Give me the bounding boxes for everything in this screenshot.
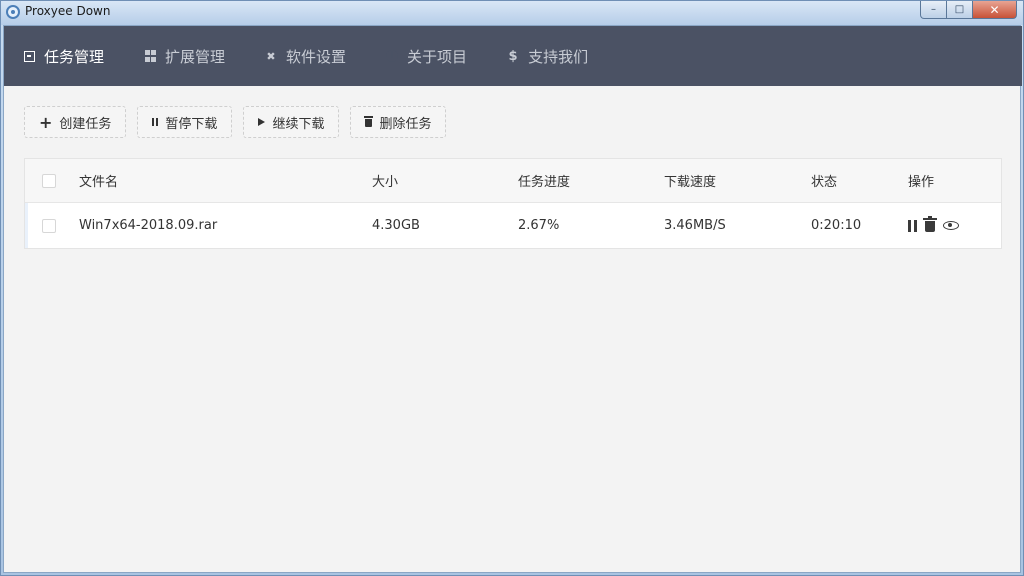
row-select-cell xyxy=(42,203,56,248)
maximize-button[interactable]: □ xyxy=(947,1,973,19)
window-title: Proxyee Down xyxy=(25,4,111,18)
create-task-button[interactable]: + 创建任务 xyxy=(24,106,127,138)
extension-icon xyxy=(144,50,156,62)
tools-icon: ✖ xyxy=(266,49,276,63)
minimize-icon: – xyxy=(931,4,936,15)
dollar-icon: $ xyxy=(508,48,518,64)
info-icon: i xyxy=(386,50,399,62)
pause-download-label: 暂停下载 xyxy=(165,116,218,132)
window-controls: – □ ✕ xyxy=(920,1,1017,19)
nav-item-support[interactable]: $ 支持我们 xyxy=(487,26,608,86)
nav-item-about[interactable]: i 关于项目 xyxy=(366,26,487,86)
trash-icon xyxy=(364,116,374,127)
resume-download-button[interactable]: 继续下载 xyxy=(243,106,340,138)
task-table: 文件名 大小 任务进度 下载速度 状态 操作 Win7x64-2018.09.r… xyxy=(24,158,1002,249)
select-all-checkbox[interactable] xyxy=(42,173,56,188)
nav-item-label: 扩展管理 xyxy=(165,47,226,66)
client-area: 任务管理 扩展管理 ✖ 软件设置 i 关于项目 $ 支持我们 + 创建任务 暂停… xyxy=(3,25,1022,573)
row-progress: 2.67% xyxy=(518,218,560,233)
table-row[interactable]: Win7x64-2018.09.rar 4.30GB 2.67% 3.46MB/… xyxy=(25,203,1001,248)
header-size[interactable]: 大小 xyxy=(372,159,398,202)
pause-download-button[interactable]: 暂停下载 xyxy=(137,106,233,138)
header-status[interactable]: 状态 xyxy=(811,159,837,202)
row-operations xyxy=(908,203,959,248)
plus-icon: + xyxy=(39,112,53,132)
top-navbar: 任务管理 扩展管理 ✖ 软件设置 i 关于项目 $ 支持我们 xyxy=(4,26,1022,86)
row-filename: Win7x64-2018.09.rar xyxy=(79,218,218,233)
row-speed: 3.46MB/S xyxy=(664,218,726,233)
resume-download-label: 继续下载 xyxy=(272,116,325,132)
nav-item-label: 支持我们 xyxy=(528,47,589,66)
minimize-button[interactable]: – xyxy=(920,1,947,19)
nav-item-software-settings[interactable]: ✖ 软件设置 xyxy=(245,26,366,86)
nav-item-extension-management[interactable]: 扩展管理 xyxy=(124,26,245,86)
delete-task-button[interactable]: 删除任务 xyxy=(350,106,447,138)
nav-item-label: 任务管理 xyxy=(44,47,105,66)
app-window: Proxyee Down – □ ✕ 任务管理 扩展管理 ✖ 软件设置 i 关于… xyxy=(0,0,1024,576)
app-logo-icon xyxy=(6,5,20,19)
maximize-icon: □ xyxy=(954,4,965,15)
row-status: 0:20:10 xyxy=(811,218,862,233)
pause-icon xyxy=(152,118,159,126)
title-bar[interactable]: Proxyee Down – □ ✕ xyxy=(1,1,1023,25)
task-toolbar: + 创建任务 暂停下载 继续下载 删除任务 xyxy=(24,106,447,138)
row-delete-icon[interactable] xyxy=(923,216,937,232)
row-view-icon[interactable] xyxy=(943,221,959,230)
task-icon xyxy=(24,50,35,62)
close-icon: ✕ xyxy=(989,2,1000,17)
close-button[interactable]: ✕ xyxy=(973,1,1017,19)
header-progress[interactable]: 任务进度 xyxy=(518,159,570,202)
row-accent xyxy=(25,203,28,248)
row-pause-icon[interactable] xyxy=(908,219,917,232)
row-checkbox[interactable] xyxy=(42,218,56,233)
header-speed[interactable]: 下载速度 xyxy=(664,159,716,202)
nav-item-label: 关于项目 xyxy=(407,47,468,66)
nav-item-label: 软件设置 xyxy=(286,47,347,66)
row-size: 4.30GB xyxy=(372,218,420,233)
table-header: 文件名 大小 任务进度 下载速度 状态 操作 xyxy=(25,159,1001,203)
header-filename[interactable]: 文件名 xyxy=(79,159,118,202)
create-task-label: 创建任务 xyxy=(59,116,112,132)
delete-task-label: 删除任务 xyxy=(379,116,432,132)
header-operations: 操作 xyxy=(908,175,935,190)
play-icon xyxy=(258,118,266,126)
nav-item-task-management[interactable]: 任务管理 xyxy=(4,26,124,86)
select-all-cell xyxy=(42,159,56,202)
